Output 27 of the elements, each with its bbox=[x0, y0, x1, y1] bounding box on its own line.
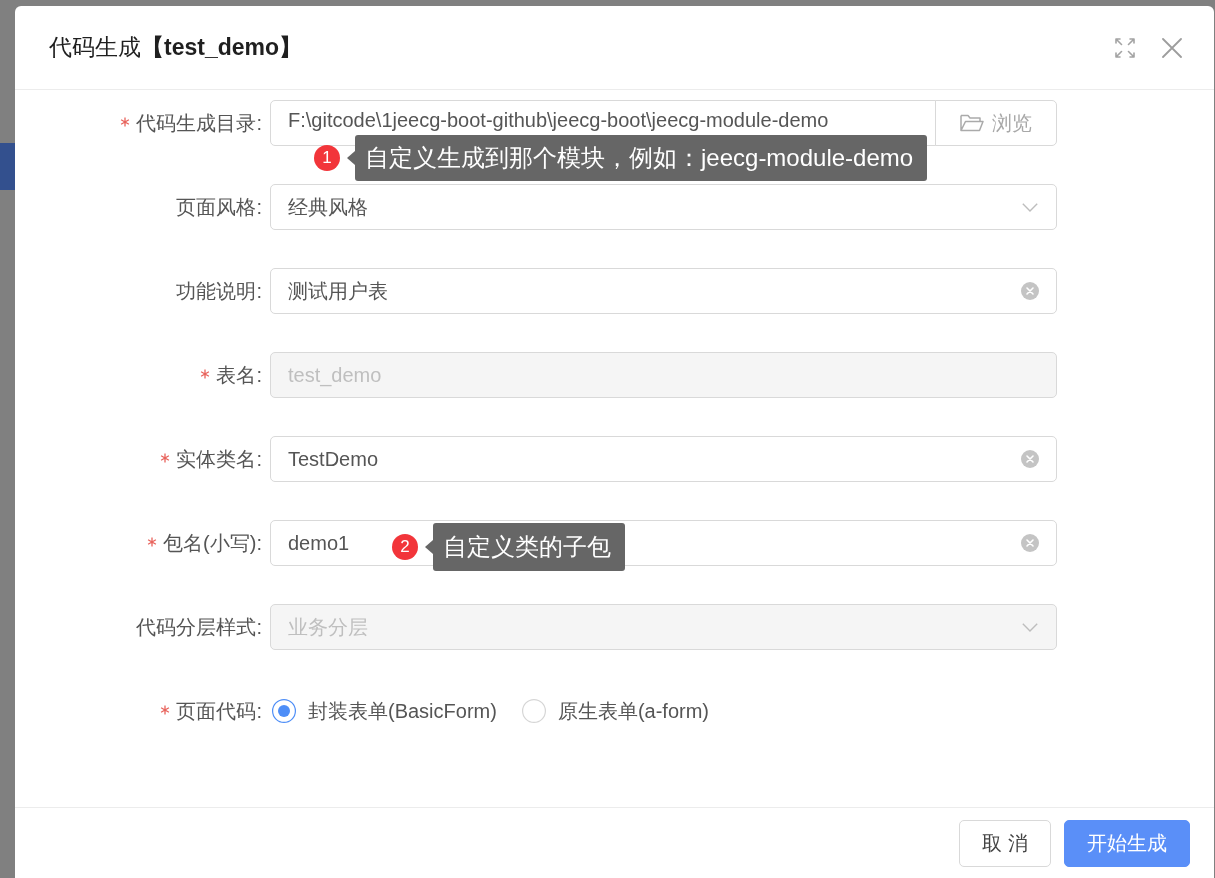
radio-option[interactable]: 原生表单(a-form) bbox=[521, 697, 709, 725]
step-number-marker: 1 bbox=[314, 145, 340, 171]
tooltip: 自定义生成到那个模块，例如：jeecg-module-demo bbox=[347, 135, 928, 181]
field-label: 表名: bbox=[216, 362, 262, 388]
chevron-down-icon bbox=[1022, 202, 1038, 212]
folder-icon bbox=[960, 114, 984, 132]
clear-icon[interactable] bbox=[1021, 450, 1039, 468]
field-label: 页面风格: bbox=[176, 194, 262, 220]
dialog-title: 代码生成【test_demo】 bbox=[49, 33, 303, 62]
chevron-down-icon bbox=[1022, 622, 1038, 632]
fullscreen-icon[interactable] bbox=[1115, 37, 1135, 58]
text-field[interactable]: 测试用户表 bbox=[270, 268, 1057, 314]
select-field[interactable]: 经典风格 bbox=[270, 184, 1057, 230]
field-label: 代码生成目录: bbox=[136, 110, 262, 136]
field-label: 页面代码: bbox=[176, 698, 262, 724]
cancel-button[interactable]: 取 消 bbox=[959, 820, 1051, 867]
text-field[interactable]: TestDemo bbox=[270, 436, 1057, 482]
radio-option[interactable]: 封装表单(BasicForm) bbox=[272, 697, 497, 725]
field-label: 实体类名: bbox=[176, 446, 262, 472]
backdrop-panel bbox=[0, 143, 15, 190]
field-label: 代码分层样式: bbox=[136, 614, 262, 640]
tooltip: 自定义类的子包 bbox=[425, 523, 625, 571]
field-label: 功能说明: bbox=[176, 278, 262, 304]
field-label: 包名(小写): bbox=[163, 530, 262, 556]
clear-icon[interactable] bbox=[1021, 534, 1039, 552]
clear-icon[interactable] bbox=[1021, 282, 1039, 300]
close-icon[interactable] bbox=[1162, 37, 1182, 58]
